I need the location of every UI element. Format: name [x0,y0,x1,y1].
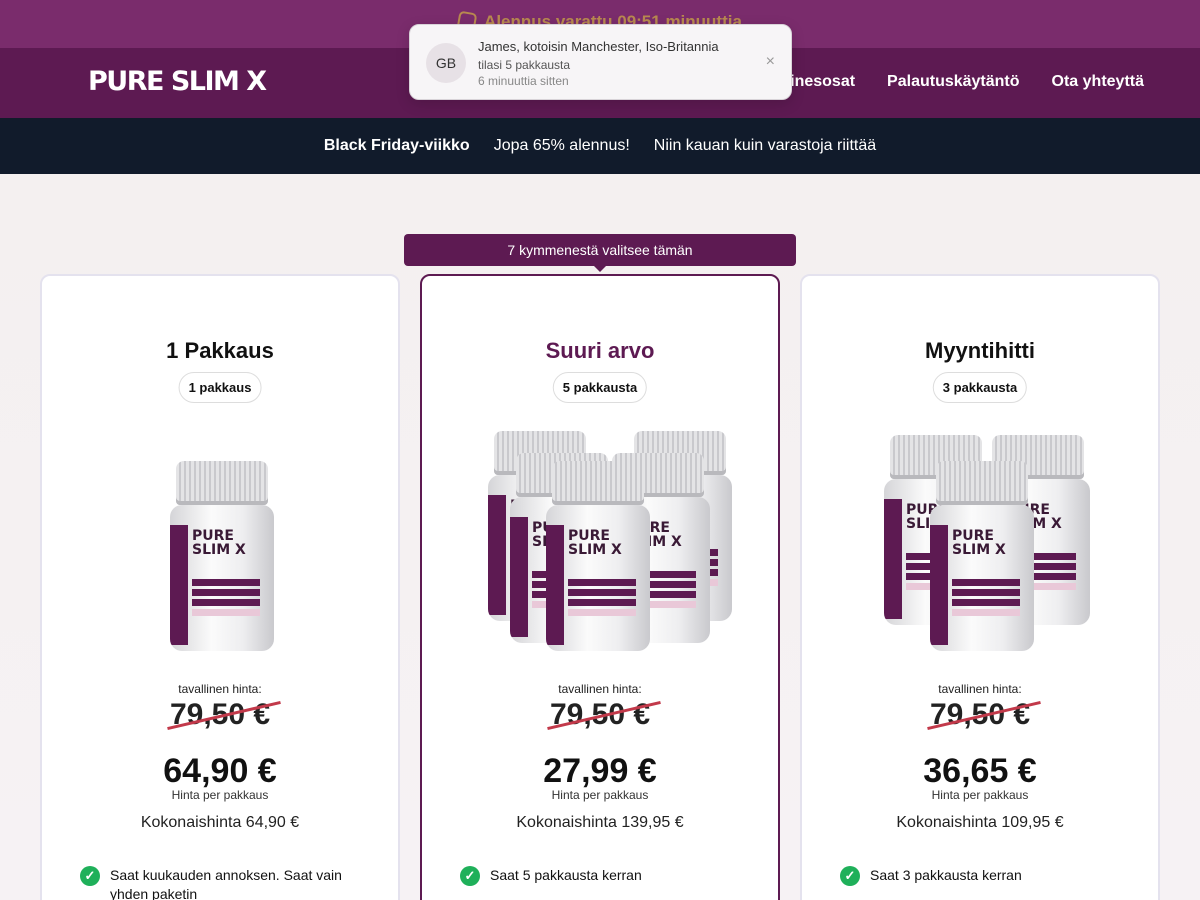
feature-list: ✓ Saat kuukauden annoksen. Saat vain yhde… [80,866,380,900]
package-count-badge: 3 pakkausta [932,372,1028,403]
package-price: 64,90 € [163,752,277,790]
purchase-notification[interactable]: GB James, kotoisin Manchester, Iso-Brita… [409,24,792,100]
notification-buyer: James, kotoisin Manchester, Iso-Britanni… [478,39,719,54]
package-card-5[interactable]: Suuri arvo 5 pakkausta PURESLIM X PURESL… [420,274,780,900]
notification-time: 6 minuuttia sitten [478,74,569,88]
price-per-label: Hinta per pakkaus [171,788,269,802]
feature-item: ✓ Saat kuukauden annoksen. Saat vain yhde… [80,866,380,900]
promo-bar: Black Friday-viikko Jopa 65% alennus! Ni… [0,118,1200,174]
package-count-badge: 5 pakkausta [552,372,648,403]
check-icon: ✓ [460,866,480,886]
package-card-1[interactable]: 1 Pakkaus 1 pakkaus PURE SLIM X tavalline… [40,274,400,900]
product-image: PURE SLIM X [42,421,398,661]
close-icon[interactable]: × [766,53,775,71]
product-image: PURESLIM X PURESLIM X PURESLIM X PURESLI… [422,421,778,661]
check-icon: ✓ [80,866,100,886]
popular-ribbon: 7 kymmenestä valitsee tämän [404,234,796,272]
package-card-3[interactable]: Myyntihitti 3 pakkausta PURESLIM X PURES… [800,274,1160,900]
bottle-image: PURESLIM X [170,461,274,651]
bottle-image: PURESLIM X [930,461,1034,651]
promo-discount: Jopa 65% alennus! [493,137,630,154]
logo[interactable]: PURE SLIM X [88,66,267,97]
card-title: Suuri arvo [545,338,655,363]
regular-price-label: tavallinen hinta: [178,682,262,696]
old-price: 79,50 € [169,698,271,731]
total-price: Kokonaishinta 109,95 € [896,814,1064,831]
product-image: PURESLIM X PURESLIM X PURESLIM X [802,421,1158,661]
price-per-label: Hinta per pakkaus [931,788,1029,802]
old-price: 79,50 € [549,698,651,731]
feature-list: ✓ Saat 3 pakkausta kerran [840,866,1140,895]
nav-return-policy[interactable]: Palautuskäytäntö [887,73,1019,91]
bottle-image: PURESLIM X [546,461,650,651]
feature-list: ✓ Saat 5 pakkausta kerran [460,866,760,895]
price-per-label: Hinta per pakkaus [551,788,649,802]
old-price: 79,50 € [929,698,1031,731]
feature-item: ✓ Saat 5 pakkausta kerran [460,866,760,886]
promo-black-friday: Black Friday-viikko [323,137,470,154]
total-price: Kokonaishinta 64,90 € [140,814,300,831]
package-price: 36,65 € [923,752,1037,790]
package-price: 27,99 € [543,752,657,790]
promo-stock: Niin kauan kuin varastoja riittää [653,137,877,154]
total-price: Kokonaishinta 139,95 € [516,814,684,831]
feature-item: ✓ Saat 3 pakkausta kerran [840,866,1140,886]
country-avatar: GB [426,43,466,83]
regular-price-label: tavallinen hinta: [558,682,642,696]
card-title: Myyntihitti [925,338,1035,363]
card-title: 1 Pakkaus [166,338,274,363]
nav-contact[interactable]: Ota yhteyttä [1052,73,1144,91]
notification-order: tilasi 5 pakkausta [478,58,571,72]
main-nav: Ainesosat Palautuskäytäntö Ota yhteyttä [779,73,1144,91]
regular-price-label: tavallinen hinta: [938,682,1022,696]
check-icon: ✓ [840,866,860,886]
package-count-badge: 1 pakkaus [178,372,262,403]
